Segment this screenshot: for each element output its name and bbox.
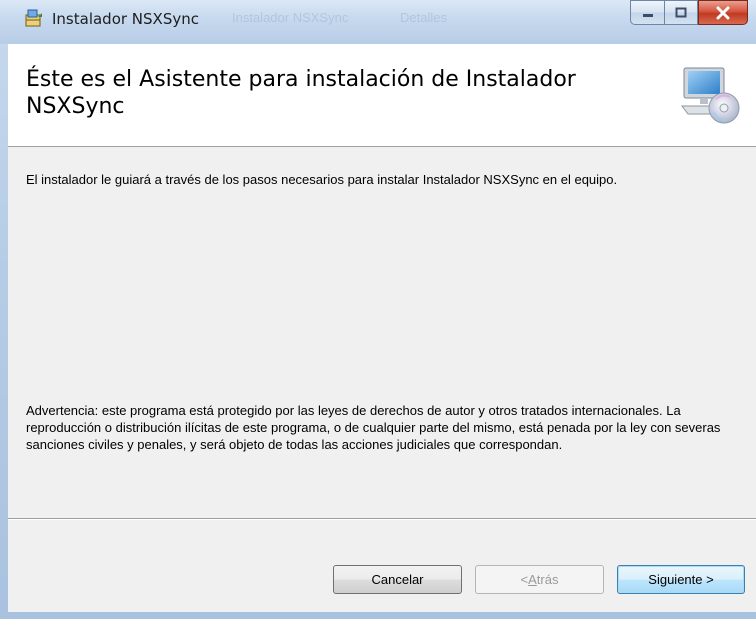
header-banner: Éste es el Asistente para instalación de… <box>8 44 756 147</box>
cancel-button[interactable]: Cancelar <box>333 565 462 594</box>
minimize-icon <box>642 13 653 17</box>
background-hint-text: Detalles <box>400 10 447 25</box>
computer-cd-icon <box>681 67 740 124</box>
maximize-button[interactable] <box>664 0 698 25</box>
back-button-label: trás <box>536 572 559 587</box>
close-button[interactable] <box>698 0 748 25</box>
back-button-prefix: < <box>520 572 529 587</box>
page-title: Éste es el Asistente para instalación de… <box>26 67 576 119</box>
back-button[interactable]: < Atrás <box>475 565 604 594</box>
installer-app-icon <box>25 9 42 27</box>
next-button[interactable]: Siguiente > <box>617 565 745 594</box>
close-icon <box>716 6 730 19</box>
back-button-accesskey: A <box>528 572 537 587</box>
caption-buttons <box>630 0 748 27</box>
footer-divider <box>8 518 756 520</box>
installer-window: Instalador NSXSync Instalador NSXSync De… <box>0 0 756 619</box>
window-title: Instalador NSXSync <box>52 10 199 28</box>
title-bar[interactable]: Instalador NSXSync Instalador NSXSync De… <box>0 0 756 44</box>
background-hint-text: Instalador NSXSync <box>232 10 349 25</box>
copyright-warning-text: Advertencia: este programa está protegid… <box>26 403 721 452</box>
intro-text: El instalador le guiará a través de los … <box>26 172 618 187</box>
minimize-button[interactable] <box>630 0 664 25</box>
maximize-icon <box>675 7 687 17</box>
dialog-client-area: Éste es el Asistente para instalación de… <box>8 44 756 612</box>
